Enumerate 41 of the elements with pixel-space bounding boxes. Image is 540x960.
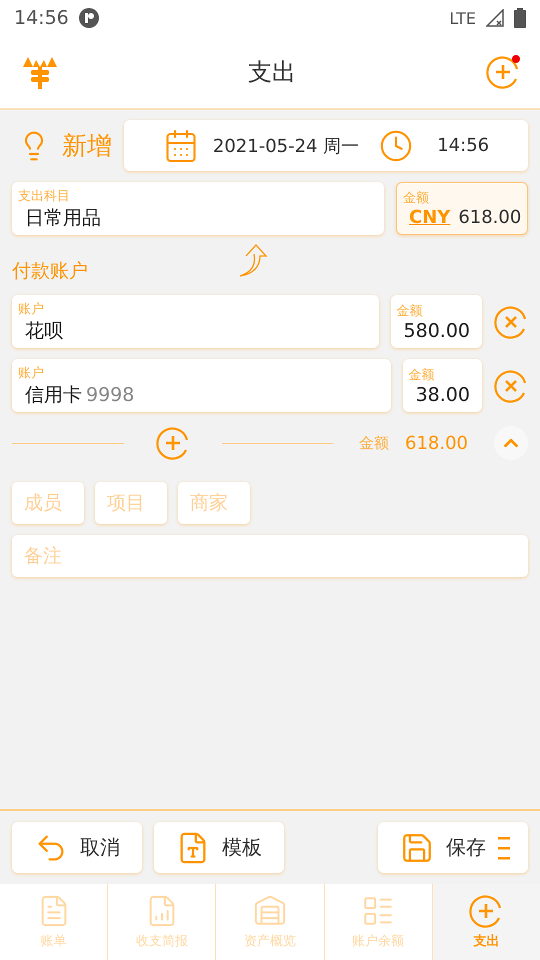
date-time-card[interactable]: 2021-05-24 周一 14:56 [124,120,528,171]
template-button[interactable]: 模板 [154,822,284,873]
plus-icon [486,55,520,89]
remove-button[interactable] [494,304,528,338]
mode-label: 新增 [62,130,112,162]
amount-field[interactable]: 金额 CNY 618.00 [396,182,528,235]
total-amount: 618.00 [405,432,468,454]
cancel-button[interactable]: 取消 [12,822,142,873]
amount-value: 618.00 [458,207,522,228]
app-notification-icon [78,8,99,28]
remove-button[interactable] [494,368,528,402]
tag-field[interactable]: 项目 [95,482,167,524]
remove-icon [494,304,528,338]
remove-icon [494,368,528,402]
clock-icon [379,128,414,162]
save-button[interactable]: 保存 [378,822,528,873]
section-title: 付款账户 [12,259,88,284]
account-amount-field[interactable]: 金额 580.00 [390,295,482,348]
menu-icon [498,836,510,860]
account-field[interactable]: 账户 信用卡 9998 [12,359,391,412]
collapse-button[interactable] [494,426,528,460]
plus-icon [469,894,504,928]
total-label: 金额 [359,434,390,452]
tag-field[interactable]: 成员 [12,482,84,524]
date-text: 2021-05-24 周一 [212,134,360,158]
time-text: 14:56 [437,135,490,156]
signal-icon [486,9,504,27]
page-title: 支出 [247,57,297,88]
logo-icon [22,55,58,89]
plus-icon [156,426,190,460]
account-field[interactable]: 账户 花呗 [12,295,379,348]
category-field[interactable]: 支出科目 日常用品 [12,182,384,235]
tag-field[interactable]: 商家 [178,482,250,524]
add-account-button[interactable] [156,426,190,460]
add-button[interactable] [486,55,520,89]
account-suffix: 9998 [86,384,134,406]
note-field[interactable]: 备注 [12,535,528,577]
battery-icon [514,8,526,28]
status-time: 14:56 [14,7,69,29]
account-amount-field[interactable]: 金额 38.00 [402,359,482,412]
network-type: LTE [449,8,476,28]
